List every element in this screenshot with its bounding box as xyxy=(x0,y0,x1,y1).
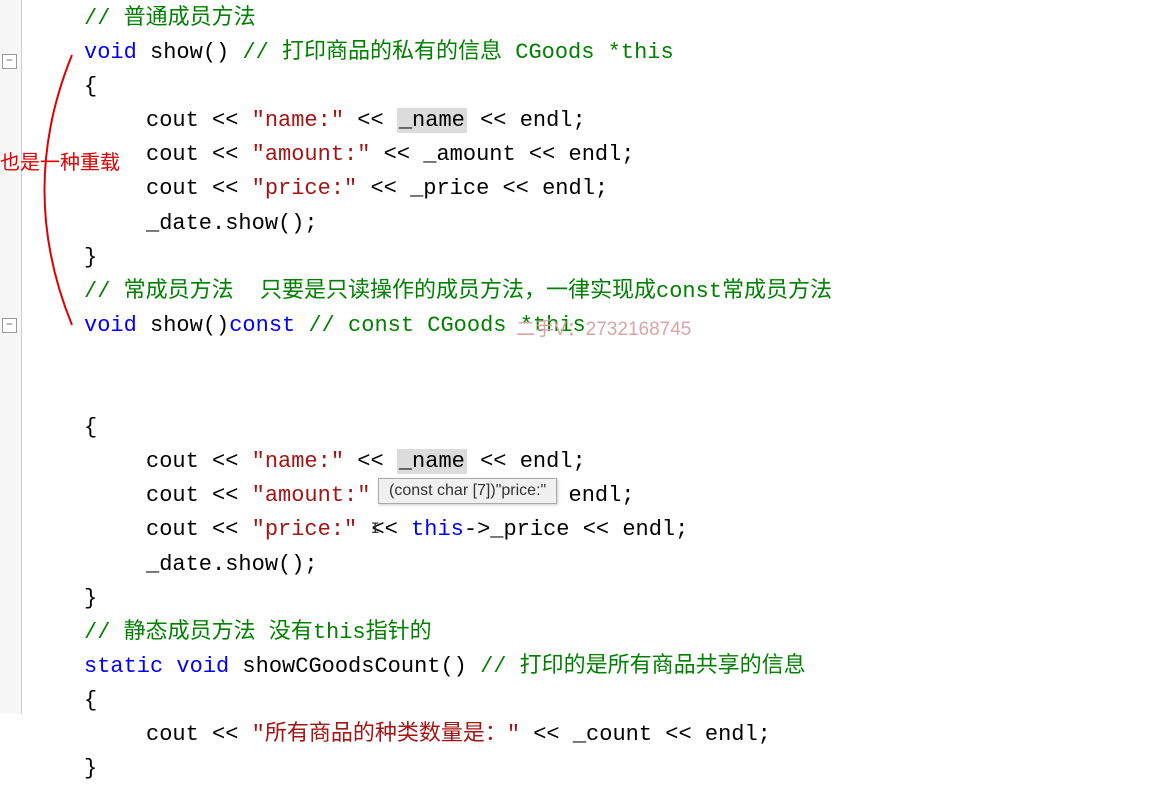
op: << xyxy=(344,449,397,474)
op: << xyxy=(467,108,520,133)
code-line: } xyxy=(28,582,1156,616)
endl: endl; xyxy=(622,517,688,542)
code-line: { xyxy=(28,684,1156,718)
op: << xyxy=(652,722,705,747)
code-line: // 静态成员方法 没有this指针的 xyxy=(28,616,1156,650)
endl: endl; xyxy=(520,449,586,474)
op: << xyxy=(570,517,623,542)
keyword-static: static xyxy=(84,654,163,679)
op: << xyxy=(199,722,252,747)
code-line: { xyxy=(28,411,1156,445)
op: << xyxy=(516,142,569,167)
endl: endl; xyxy=(705,722,771,747)
string-literal: "name:" xyxy=(252,449,344,474)
this-price: ->_price xyxy=(464,517,570,542)
brace: { xyxy=(84,688,97,713)
comment-this: this xyxy=(313,620,366,645)
string-literal: "price:" xyxy=(252,176,358,201)
comment: // 常成员方法 只要是只读操作的成员方法，一律实现成const常成员方法 xyxy=(84,279,832,304)
var-amount: _amount xyxy=(423,142,515,167)
brace: } xyxy=(84,245,97,270)
date-show-call: _date.show(); xyxy=(146,211,318,236)
comment: 指针的 xyxy=(366,620,432,645)
string-literal: "所有商品的种类数量是：" xyxy=(252,722,520,747)
comment: // 静态成员方法 没有 xyxy=(84,620,313,645)
brace: } xyxy=(84,586,97,611)
op: << xyxy=(199,517,252,542)
var-name-highlighted: _name xyxy=(397,108,467,133)
code-line: cout << "name:" << _name << endl; xyxy=(28,104,1156,138)
keyword-void: void xyxy=(84,313,137,338)
method-sig: show() xyxy=(137,313,229,338)
code-line: // 常成员方法 只要是只读操作的成员方法，一律实现成const常成员方法 xyxy=(28,275,1156,309)
code-line: _date.show(); xyxy=(28,207,1156,241)
method-sig: show() xyxy=(137,40,243,65)
cout: cout xyxy=(146,722,199,747)
cout: cout xyxy=(146,108,199,133)
var-price: _price xyxy=(410,176,489,201)
comment: // 打印商品的私有的信息 CGoods *this xyxy=(242,40,673,65)
date-show-call: _date.show(); xyxy=(146,552,318,577)
cout: cout xyxy=(146,176,199,201)
comment: // 普通成员方法 xyxy=(84,6,256,31)
brace: { xyxy=(84,415,97,440)
code-line: void show() // 打印商品的私有的信息 CGoods *this xyxy=(28,36,1156,70)
endl: endl; xyxy=(542,176,608,201)
op: << xyxy=(199,142,252,167)
code-line: void show()const // const CGoods *this 二… xyxy=(28,309,1156,411)
cout: cout xyxy=(146,449,199,474)
op: << xyxy=(357,176,410,201)
op: << xyxy=(199,449,252,474)
code-line: static void showCGoodsCount() // 打印的是所有商… xyxy=(28,650,1156,684)
code-line: cout << "name:" << _name << endl; xyxy=(28,445,1156,479)
string-literal: "price:" xyxy=(252,517,358,542)
method-sig: showCGoodsCount() xyxy=(229,654,480,679)
var-count: _count xyxy=(573,722,652,747)
op: << xyxy=(467,449,520,474)
comment: // const CGoods *this xyxy=(308,313,585,338)
space xyxy=(295,313,308,338)
keyword-const: const xyxy=(229,313,295,338)
code-line: _date.show(); xyxy=(28,548,1156,582)
keyword-this: this xyxy=(411,517,464,542)
cout: cout xyxy=(146,483,199,508)
op: << xyxy=(199,108,252,133)
string-literal: "amount:" xyxy=(252,483,371,508)
cout: cout xyxy=(146,517,199,542)
op: << xyxy=(370,142,423,167)
code-editor[interactable]: // 普通成员方法 void show() // 打印商品的私有的信息 CGoo… xyxy=(0,0,1156,786)
op: << xyxy=(199,483,252,508)
op: << xyxy=(344,108,397,133)
comment: // 打印的是所有商品共享的信息 xyxy=(480,654,806,679)
code-line: cout << "price:" I<< this->_price << end… xyxy=(28,513,1156,547)
space xyxy=(163,654,176,679)
code-line: cout << "amount:" << _amount << endl; xyxy=(28,138,1156,172)
string-literal: "name:" xyxy=(252,108,344,133)
code-line: } xyxy=(28,752,1156,786)
space xyxy=(357,517,370,542)
var-name-highlighted: _name xyxy=(397,449,467,474)
op: << xyxy=(199,176,252,201)
op: << xyxy=(520,722,573,747)
code-line: cout << "amount:" << _amount << endl; xyxy=(28,479,1156,513)
code-line: } xyxy=(28,241,1156,275)
cout: cout xyxy=(146,142,199,167)
code-line: // 普通成员方法 xyxy=(28,2,1156,36)
string-literal: "amount:" xyxy=(252,142,371,167)
endl: endl; xyxy=(520,108,586,133)
keyword-void: void xyxy=(84,40,137,65)
endl: endl; xyxy=(569,483,635,508)
code-line: cout << "所有商品的种类数量是：" << _count << endl; xyxy=(28,718,1156,752)
brace: { xyxy=(84,74,97,99)
keyword-void: void xyxy=(176,654,229,679)
code-line: cout << "price:" << _price << endl; xyxy=(28,172,1156,206)
op: << xyxy=(489,176,542,201)
brace: } xyxy=(84,756,97,781)
intellisense-tooltip: (const char [7])"price:" xyxy=(378,478,557,504)
code-line: { xyxy=(28,70,1156,104)
endl: endl; xyxy=(569,142,635,167)
